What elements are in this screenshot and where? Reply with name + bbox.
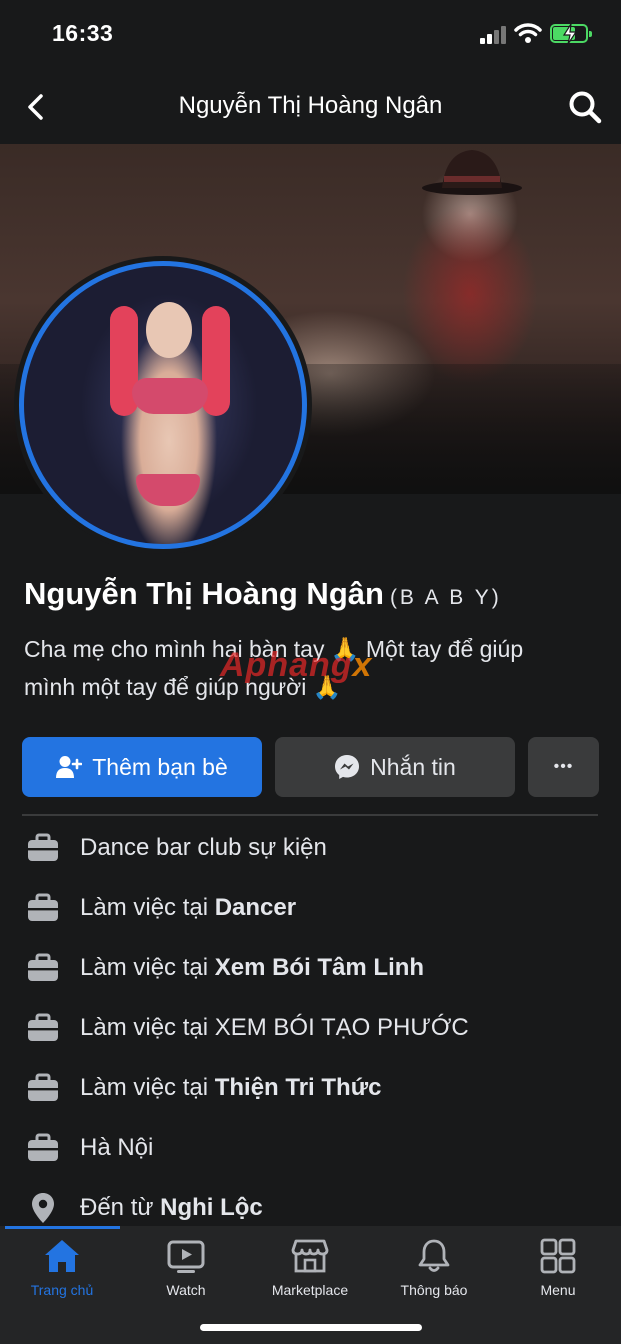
tab-home-label: Trang chủ <box>30 1282 94 1298</box>
more-options-button[interactable]: ••• <box>528 737 599 797</box>
detail-prefix: Làm việc tại XEM BÓI TẠO PHƯỚC <box>80 1014 469 1041</box>
profile-alternate-name: (B A B Y) <box>389 586 502 609</box>
tab-menu-label: Menu <box>540 1282 576 1298</box>
detail-text: Làm việc tại Thiện Tri Thức <box>80 1074 381 1102</box>
status-bar: 16:33 <box>0 0 621 70</box>
briefcase-icon <box>28 893 58 921</box>
profile-avatar[interactable] <box>14 256 312 554</box>
detail-row-work-thien-tri-thuc: Làm việc tại Thiện Tri Thức <box>26 1058 606 1118</box>
detail-prefix: Làm việc tại <box>80 954 215 981</box>
tab-watch[interactable]: Watch <box>124 1238 248 1308</box>
avatar-outfit-top <box>132 378 208 414</box>
detail-prefix: Hà Nội <box>80 1134 154 1161</box>
avatar-outfit-bottom <box>136 474 200 506</box>
detail-text: Hà Nội <box>80 1134 153 1162</box>
detail-prefix: Làm việc tại <box>80 894 215 921</box>
tab-marketplace[interactable]: Marketplace <box>248 1238 372 1308</box>
detail-row-dance-bar: Dance bar club sự kiện <box>26 818 606 878</box>
active-tab-indicator <box>5 1226 120 1229</box>
bell-icon <box>418 1239 450 1272</box>
detail-bold-link[interactable]: Xem Bói Tâm Linh <box>215 954 424 981</box>
detail-row-work-xem-boi: Làm việc tại Xem Bói Tâm Linh <box>26 938 606 998</box>
home-icon <box>45 1240 79 1272</box>
watermark-text: Aphang <box>220 646 353 684</box>
more-icon: ••• <box>553 758 574 775</box>
detail-bold-link[interactable]: Dancer <box>215 894 296 921</box>
tab-home[interactable]: Trang chủ <box>0 1238 124 1308</box>
charging-bolt-icon <box>562 24 578 44</box>
briefcase-icon <box>28 1133 58 1161</box>
detail-prefix: Làm việc tại <box>80 1074 215 1101</box>
shop-icon <box>291 1239 329 1273</box>
add-friend-button[interactable]: Thêm bạn bè <box>22 737 262 797</box>
tab-marketplace-label: Marketplace <box>271 1282 349 1298</box>
detail-text: Làm việc tại Xem Bói Tâm Linh <box>80 954 424 982</box>
wifi-icon <box>514 23 542 43</box>
messenger-icon <box>335 755 360 779</box>
avatar-head <box>146 302 192 358</box>
tab-notifications-label: Thông báo <box>400 1282 468 1298</box>
detail-bold-link[interactable]: Thiện Tri Thức <box>215 1074 382 1101</box>
search-icon[interactable] <box>566 88 604 126</box>
cellular-signal-icon <box>480 24 508 44</box>
status-time: 16:33 <box>52 20 114 46</box>
cover-hat-shape <box>422 150 522 195</box>
grid-icon <box>540 1238 576 1274</box>
detail-prefix: Dance bar club sự kiện <box>80 834 327 861</box>
detail-bold-link[interactable]: Nghi Lộc <box>160 1194 263 1221</box>
divider <box>22 814 598 816</box>
briefcase-icon <box>28 1013 58 1041</box>
detail-row-work-tao-phuoc: Làm việc tại XEM BÓI TẠO PHƯỚC <box>26 998 606 1058</box>
detail-row-ha-noi: Hà Nội <box>26 1118 606 1178</box>
message-button[interactable]: Nhắn tin <box>275 737 515 797</box>
add-friend-icon <box>56 756 83 778</box>
location-pin-icon <box>32 1193 54 1223</box>
detail-text: Đến từ Nghi Lộc <box>80 1194 263 1222</box>
profile-name-text: Nguyễn Thị Hoàng Ngân <box>24 576 384 611</box>
tab-watch-label: Watch <box>166 1282 206 1298</box>
tab-notifications[interactable]: Thông báo <box>372 1238 496 1308</box>
watermark-suffix: x <box>352 646 373 684</box>
home-indicator[interactable] <box>200 1324 422 1331</box>
detail-prefix: Đến từ <box>80 1194 161 1221</box>
watermark: Aphangx <box>220 646 372 685</box>
profile-name: Nguyễn Thị Hoàng Ngân (B A B Y) <box>24 576 502 612</box>
back-button[interactable] <box>20 90 54 124</box>
battery-icon <box>550 24 592 44</box>
add-friend-label: Thêm bạn bè <box>92 753 228 780</box>
tab-menu[interactable]: Menu <box>496 1238 620 1308</box>
briefcase-icon <box>28 953 58 981</box>
briefcase-icon <box>28 1073 58 1101</box>
message-label: Nhắn tin <box>370 753 456 780</box>
avatar-story-ring <box>19 261 307 549</box>
detail-text: Làm việc tại XEM BÓI TẠO PHƯỚC <box>80 1014 469 1042</box>
nav-title: Nguyễn Thị Hoàng Ngân <box>178 92 443 119</box>
briefcase-icon <box>28 833 58 861</box>
nav-bar: Nguyễn Thị Hoàng Ngân <box>0 70 621 144</box>
detail-row-work-dancer: Làm việc tại Dancer <box>26 878 606 938</box>
detail-text: Làm việc tại Dancer <box>80 894 296 922</box>
detail-text: Dance bar club sự kiện <box>80 834 327 862</box>
video-icon <box>167 1240 205 1273</box>
